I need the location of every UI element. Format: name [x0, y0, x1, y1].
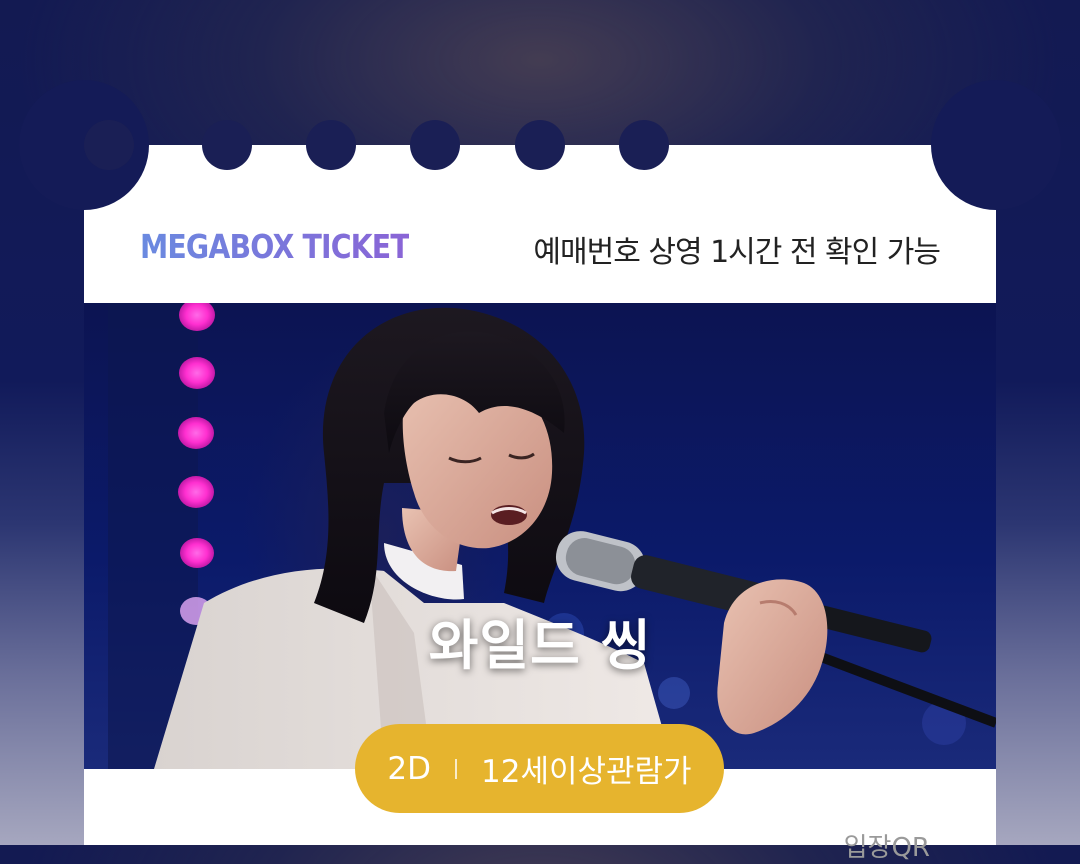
ticket-scallop — [410, 120, 460, 170]
format-rating-badge: 2D 12세이상관람가 — [355, 724, 724, 813]
ticket-scallop — [84, 120, 134, 170]
movie-poster: 와일드 씽 — [84, 303, 996, 769]
poster-image — [108, 303, 996, 769]
ticket-scallop — [515, 120, 565, 170]
age-rating: 12세이상관람가 — [481, 754, 692, 790]
ticket-notch-right — [931, 80, 1061, 210]
entry-qr-label: 입장QR — [843, 833, 930, 863]
ticket-header: MEGABOX TICKET 예매번호 상영 1시간 전 확인 가능 — [19, 80, 1061, 303]
movie-title: 와일드 씽 — [428, 614, 652, 677]
brand-label: MEGABOX TICKET — [140, 227, 410, 266]
ticket-scallop — [306, 120, 356, 170]
ticket-scallop — [202, 120, 252, 170]
booking-number-note: 예매번호 상영 1시간 전 확인 가능 — [533, 235, 941, 270]
ticket-scallop — [619, 120, 669, 170]
screen-format: 2D — [387, 750, 431, 787]
badge-divider — [455, 758, 457, 779]
